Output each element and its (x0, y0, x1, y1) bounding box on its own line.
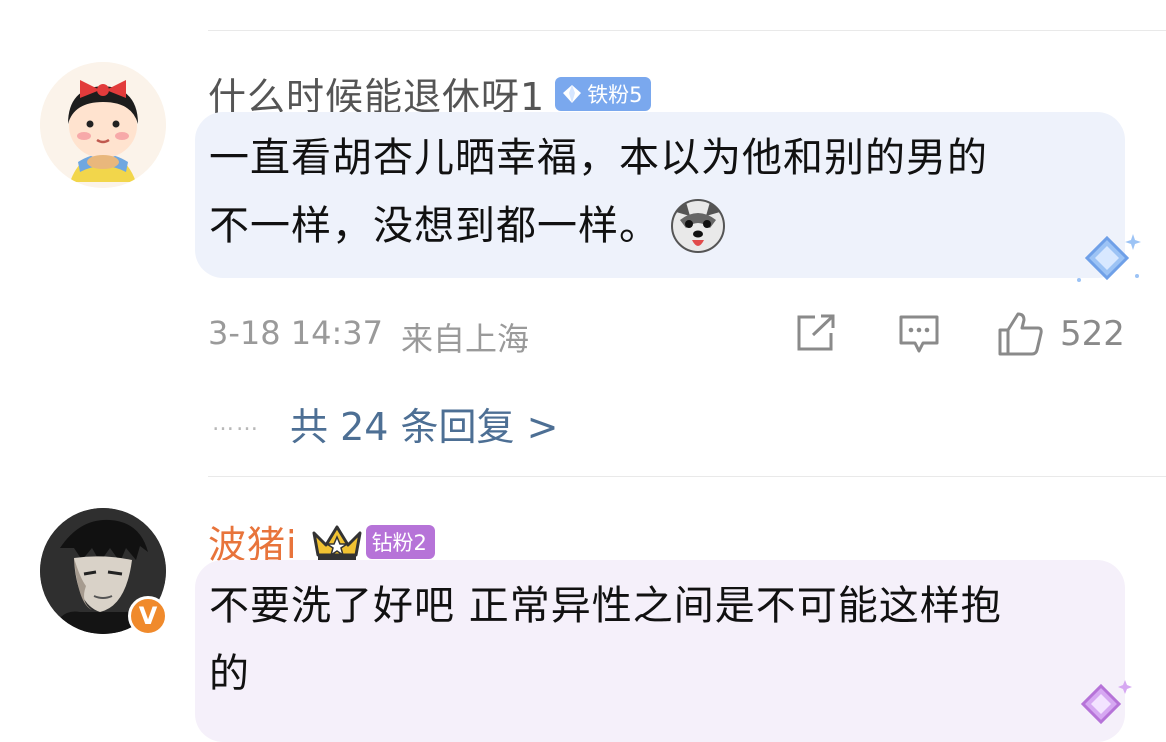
avatar[interactable]: V (40, 508, 168, 636)
crown-icon (312, 525, 362, 561)
fan-badge: 铁粉5 (555, 76, 651, 111)
dotted-line: …… (212, 411, 260, 436)
cartoon-girl-avatar-icon (40, 62, 166, 188)
avatar[interactable] (40, 62, 166, 188)
sparkle-diamond-decoration-icon (1080, 680, 1132, 725)
comment-text-line: 的 (209, 651, 250, 697)
comment-icon (899, 315, 939, 353)
top-divider (208, 30, 1166, 31)
dog-face-emoji-icon (671, 199, 725, 253)
comment-button[interactable] (897, 313, 941, 357)
like-button[interactable]: 522 (996, 310, 1125, 358)
comment-text-line-wrap: 不一样，没想到都一样。 (209, 192, 1111, 260)
fan-badge: 钻粉2 (365, 524, 435, 559)
fan-badge-label: 铁粉5 (587, 82, 643, 107)
sparkle-diamond-decoration-icon (1077, 234, 1141, 282)
comment-text-bubble[interactable]: 一直看胡杏儿晒幸福，本以为他和别的男的 不一样，没想到都一样。 (195, 112, 1141, 282)
replies-row: …… 共 24 条回复 > (212, 396, 558, 451)
comment-location: 来自上海 (401, 320, 530, 358)
share-button[interactable] (795, 313, 839, 353)
comment-date: 3-18 14:37 (208, 314, 384, 352)
like-count: 522 (1060, 314, 1125, 354)
diamond-icon (563, 84, 582, 103)
share-icon (797, 314, 835, 351)
view-replies-link[interactable]: 共 24 条回复 > (290, 396, 558, 451)
verified-label: V (138, 602, 158, 630)
verified-badge-icon: V (128, 596, 168, 636)
comment-text-bubble[interactable]: 不要洗了好吧 正常异性之间是不可能这样抱 的 (195, 560, 1132, 742)
comment-meta: 3-18 14:37 来自上海 (208, 314, 529, 360)
comment-text-line: 不要洗了好吧 正常异性之间是不可能这样抱 (209, 583, 1002, 629)
comment-text-line: 一直看胡杏儿晒幸福，本以为他和别的男的 (209, 135, 988, 181)
comment-text-line: 不一样，没想到都一样。 (209, 203, 660, 249)
thumbs-up-icon (998, 312, 1043, 356)
fan-badge-label: 钻粉2 (371, 530, 427, 555)
comment-divider (208, 476, 1166, 477)
